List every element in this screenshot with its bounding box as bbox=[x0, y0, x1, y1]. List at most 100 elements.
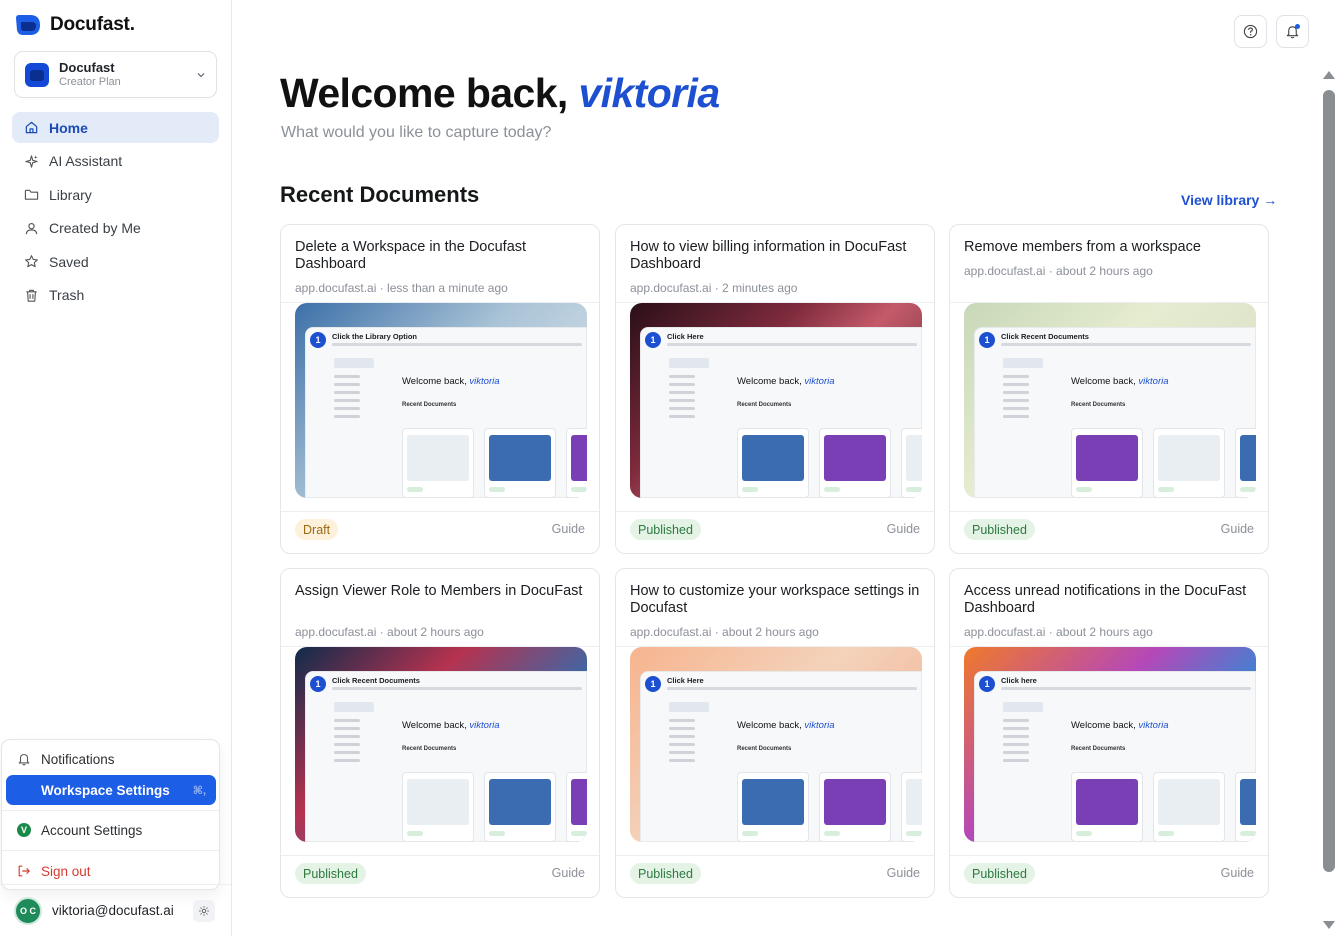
welcome-username: viktoria bbox=[578, 70, 720, 116]
status-badge: Draft bbox=[295, 519, 339, 540]
document-card[interactable]: Access unread notifications in the DocuF… bbox=[949, 568, 1269, 898]
status-badge: Published bbox=[964, 519, 1035, 540]
status-badge: Published bbox=[964, 863, 1035, 884]
brand[interactable]: Docufast. bbox=[14, 12, 135, 38]
document-thumbnail: 1 Click Recent Documents Welcome back, vik… bbox=[295, 647, 587, 842]
document-meta: app.docufast.ai · about 2 hours ago bbox=[964, 625, 1153, 639]
thumbnail-mini-card bbox=[1153, 428, 1225, 498]
thumbnail-text-line bbox=[332, 687, 582, 690]
menu-item-account-settings[interactable]: V Account Settings bbox=[6, 815, 216, 845]
document-type: Guide bbox=[1220, 866, 1254, 880]
nav-item-home[interactable]: Home bbox=[12, 112, 219, 143]
thumbnail-step-title: Click Recent Documents bbox=[332, 676, 420, 685]
thumbnail-mini-card bbox=[402, 428, 474, 498]
nav-item-trash[interactable]: Trash bbox=[12, 280, 219, 311]
notifications-button[interactable] bbox=[1276, 15, 1309, 48]
thumbnail-mini-card bbox=[737, 428, 809, 498]
scroll-up-arrow[interactable] bbox=[1323, 71, 1335, 79]
document-type: Guide bbox=[886, 522, 920, 536]
thumbnail-screenshot: 1 Click the Library Option Welcome back, v… bbox=[305, 327, 587, 498]
main-nav: Home AI Assistant Library Created by Me … bbox=[12, 112, 219, 314]
thumbnail-screenshot: 1 Click Here Welcome back, viktoria Recent … bbox=[640, 327, 922, 498]
workspace-switcher[interactable]: Docufast Creator Plan bbox=[14, 51, 217, 98]
scrollbar-thumb[interactable] bbox=[1323, 90, 1335, 872]
thumbnail-mini-card bbox=[1071, 428, 1143, 498]
thumbnail-mini-card bbox=[1071, 772, 1143, 842]
help-circle-icon bbox=[1243, 24, 1258, 39]
account-badge: V bbox=[17, 823, 31, 837]
status-badge: Published bbox=[295, 863, 366, 884]
bell-icon bbox=[18, 754, 30, 766]
thumbnail-sidebar bbox=[667, 702, 727, 842]
user-settings-button[interactable] bbox=[193, 899, 215, 922]
menu-label-workspace-settings: Workspace Settings bbox=[41, 782, 170, 798]
menu-shortcut: ⌘, bbox=[192, 784, 206, 797]
trash-icon bbox=[26, 289, 37, 302]
status-badge: Published bbox=[630, 519, 701, 540]
thumbnail-screenshot: 1 Click here Welcome back, viktoria Recent … bbox=[974, 671, 1256, 842]
document-card[interactable]: How to view billing information in DocuF… bbox=[615, 224, 935, 554]
nav-label-trash: Trash bbox=[49, 287, 85, 304]
gear-icon bbox=[199, 905, 209, 916]
docufast-logo-icon bbox=[16, 15, 40, 35]
document-type: Guide bbox=[551, 866, 585, 880]
thumbnail-mini-card bbox=[566, 772, 587, 842]
thumbnail-sidebar bbox=[1001, 702, 1061, 842]
thumbnail-text-line bbox=[1001, 687, 1251, 690]
view-library-link[interactable]: View library → bbox=[1181, 192, 1277, 208]
user-profile-row[interactable]: O C viktoria@docufast.ai bbox=[0, 884, 231, 936]
document-card[interactable]: Remove members from a workspace app.docuf… bbox=[949, 224, 1269, 554]
menu-item-notifications[interactable]: Notifications bbox=[6, 744, 216, 774]
menu-divider bbox=[2, 850, 219, 851]
card-divider bbox=[950, 511, 1268, 512]
nav-label-ai-assistant: AI Assistant bbox=[49, 153, 123, 170]
document-thumbnail: 1 Click here Welcome back, viktoria Recent … bbox=[964, 647, 1256, 842]
card-divider bbox=[616, 511, 934, 512]
thumbnail-mini-card bbox=[819, 428, 891, 498]
workspace-name: Docufast bbox=[59, 59, 115, 75]
nav-item-library[interactable]: Library bbox=[12, 179, 219, 210]
scroll-down-arrow[interactable] bbox=[1323, 921, 1335, 929]
thumbnail-welcome: Welcome back, viktoria bbox=[737, 376, 835, 387]
document-card[interactable]: Assign Viewer Role to Members in DocuFas… bbox=[280, 568, 600, 898]
welcome-prefix: Welcome back, bbox=[280, 70, 579, 116]
nav-label-saved: Saved bbox=[49, 253, 89, 270]
thumbnail-text-line bbox=[1001, 343, 1251, 346]
menu-item-workspace-settings[interactable]: Workspace Settings ⌘, bbox=[6, 775, 216, 805]
thumbnail-welcome: Welcome back, viktoria bbox=[1071, 720, 1169, 731]
document-thumbnail: 1 Click Recent Documents Welcome back, vik… bbox=[964, 303, 1256, 498]
thumbnail-welcome: Welcome back, viktoria bbox=[1071, 376, 1169, 387]
page-title: Welcome back, viktoria bbox=[280, 70, 720, 117]
nav-item-saved[interactable]: Saved bbox=[12, 246, 219, 277]
nav-label-library: Library bbox=[49, 186, 92, 203]
thumbnail-step-title: Click Recent Documents bbox=[1001, 332, 1089, 341]
brand-name: Docufast. bbox=[50, 14, 135, 35]
notification-dot bbox=[1295, 24, 1300, 29]
thumbnail-sidebar bbox=[332, 702, 392, 842]
nav-item-ai-assistant[interactable]: AI Assistant bbox=[12, 146, 219, 177]
thumbnail-welcome: Welcome back, viktoria bbox=[737, 720, 835, 731]
document-meta: app.docufast.ai · 2 minutes ago bbox=[630, 281, 798, 295]
document-meta: app.docufast.ai · about 2 hours ago bbox=[630, 625, 819, 639]
menu-label-sign-out: Sign out bbox=[41, 863, 91, 879]
menu-label-notifications: Notifications bbox=[41, 751, 115, 767]
step-number: 1 bbox=[310, 332, 326, 348]
menu-label-account-settings: Account Settings bbox=[41, 822, 143, 838]
document-title: Remove members from a workspace bbox=[964, 239, 1201, 255]
document-title: Assign Viewer Role to Members in DocuFas… bbox=[295, 583, 583, 599]
document-card[interactable]: Delete a Workspace in the Docufast Dashb… bbox=[280, 224, 600, 554]
thumbnail-welcome: Welcome back, viktoria bbox=[402, 376, 500, 387]
document-thumbnail: 1 Click Here Welcome back, viktoria Recent … bbox=[630, 647, 922, 842]
thumbnail-mini-card bbox=[901, 772, 922, 842]
document-thumbnail: 1 Click the Library Option Welcome back, v… bbox=[295, 303, 587, 498]
nav-item-created-by-me[interactable]: Created by Me bbox=[12, 213, 219, 244]
nav-label-home: Home bbox=[49, 119, 88, 136]
help-button[interactable] bbox=[1234, 15, 1267, 48]
menu-item-sign-out[interactable]: Sign out bbox=[6, 856, 216, 886]
folder-icon bbox=[24, 189, 39, 200]
step-number: 1 bbox=[979, 332, 995, 348]
document-type: Guide bbox=[551, 522, 585, 536]
document-card[interactable]: How to customize your workspace settings… bbox=[615, 568, 935, 898]
menu-divider bbox=[2, 810, 219, 811]
document-title: How to customize your workspace settings… bbox=[630, 583, 920, 616]
